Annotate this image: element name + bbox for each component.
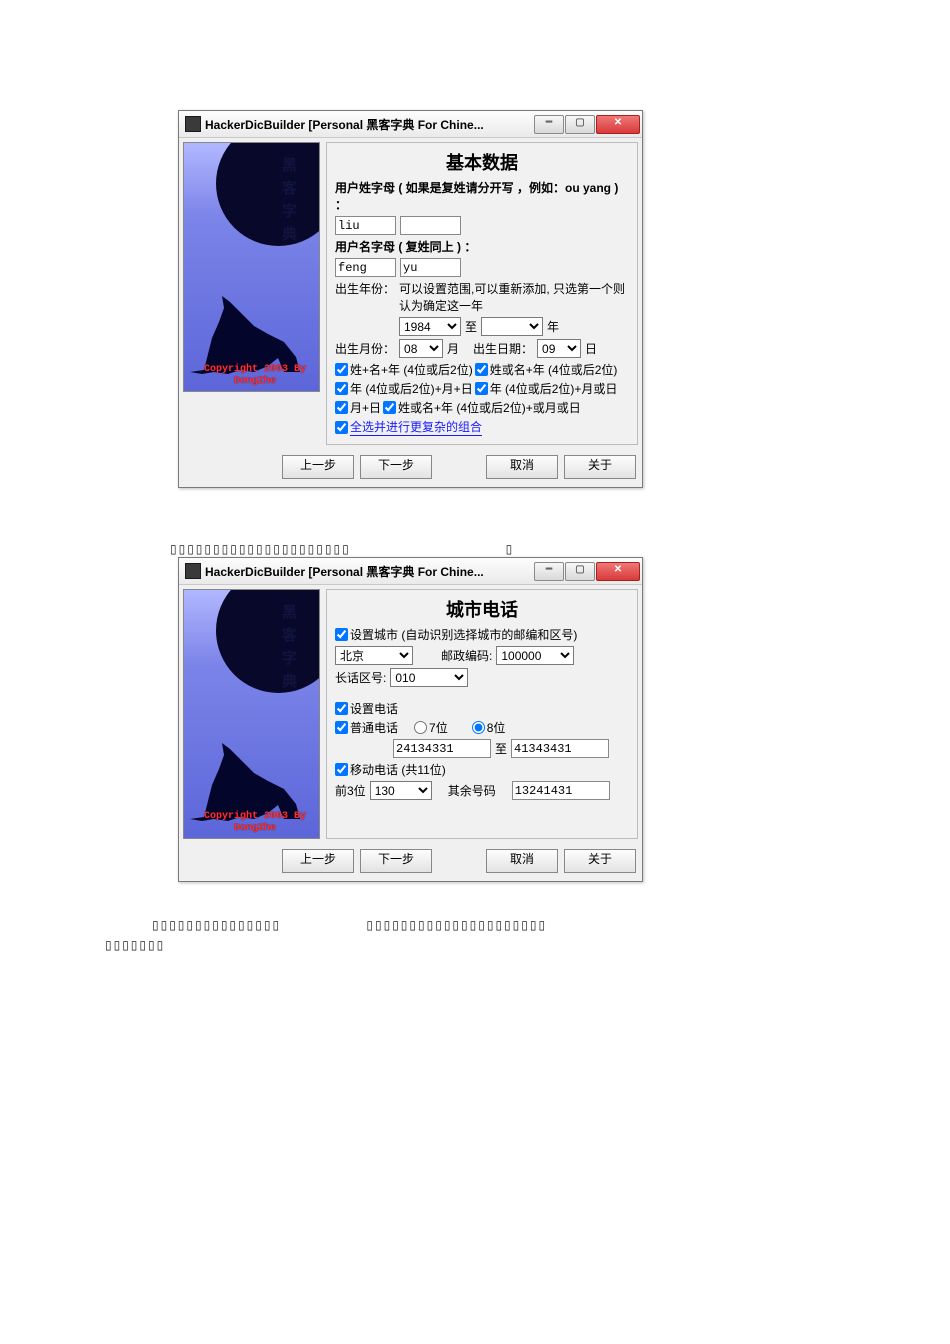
minimize-button[interactable]: ━ [534, 562, 564, 581]
radio-7digit[interactable]: 7位 [414, 719, 448, 736]
month-suffix: 月 [447, 340, 459, 357]
app-icon [185, 116, 201, 132]
close-button[interactable]: ✕ [596, 115, 640, 134]
sidebar-vertical-text: 黑客字典 [278, 604, 299, 696]
window-title: HackerDicBuilder [Personal 黑客字典 For Chin… [205, 563, 533, 580]
postal-label: 邮政编码: [441, 647, 492, 664]
garbled-text-3: ▯▯▯▯▯▯▯ [105, 938, 950, 952]
titlebar[interactable]: HackerDicBuilder [Personal 黑客字典 For Chin… [179, 558, 642, 585]
checkbox-combo-1[interactable]: 姓+名+年 (4位或后2位) [335, 361, 473, 378]
wolf-icon [184, 729, 304, 824]
button-row: 上一步 下一步 取消 关于 [179, 843, 642, 881]
name-input-1[interactable] [335, 258, 396, 277]
maximize-button[interactable]: ▢ [565, 115, 595, 134]
garbled-text-2: ▯▯▯▯▯▯▯▯▯▯▯▯▯▯▯ ▯▯▯▯▯▯▯▯▯▯▯▯▯▯▯▯▯▯▯▯▯ [152, 918, 950, 932]
cancel-button[interactable]: 取消 [486, 849, 558, 873]
wolf-icon [184, 282, 304, 377]
checkbox-combo-4[interactable]: 年 (4位或后2位)+月或日 [475, 380, 618, 397]
surname-input-2[interactable] [400, 216, 461, 235]
sidebar-image: 黑客字典 Copyright 2003 By DongZhe [183, 142, 320, 392]
surname-input-1[interactable] [335, 216, 396, 235]
checkbox-set-city[interactable]: 设置城市 (自动识别选择城市的邮编和区号) [335, 626, 577, 643]
window-city-phone: HackerDicBuilder [Personal 黑客字典 For Chin… [178, 557, 643, 882]
birth-month-select[interactable]: 08 [399, 339, 443, 358]
to-label: 至 [495, 740, 507, 757]
phone-to-input[interactable] [511, 739, 609, 758]
maximize-button[interactable]: ▢ [565, 562, 595, 581]
panel-title: 城市电话 [335, 596, 629, 622]
checkbox-combo-6[interactable]: 姓或名+年 (4位或后2位)+或月或日 [383, 399, 581, 416]
birth-year-from-select[interactable]: 1984 [399, 317, 461, 336]
button-row: 上一步 下一步 取消 关于 [179, 449, 642, 487]
panel-title: 基本数据 [335, 149, 629, 175]
birth-year-note: 可以设置范围,可以重新添加, 只选第一个则认为确定这一年 [399, 280, 629, 314]
garbled-text-1: ▯▯▯▯▯▯▯▯▯▯▯▯▯▯▯▯▯▯▯▯▯ ▯ [170, 542, 950, 557]
app-icon [185, 563, 201, 579]
checkbox-combo-3[interactable]: 年 (4位或后2位)+月+日 [335, 380, 473, 397]
about-button[interactable]: 关于 [564, 455, 636, 479]
sidebar-image: 黑客字典 Copyright 2003 By DongZhe [183, 589, 320, 839]
prefix3-label: 前3位 [335, 782, 366, 799]
window-title: HackerDicBuilder [Personal 黑客字典 For Chin… [205, 116, 533, 133]
birth-year-to-select[interactable] [481, 317, 543, 336]
phone-from-input[interactable] [393, 739, 491, 758]
checkbox-combo-7[interactable]: 全选并进行更复杂的组合 [335, 418, 482, 436]
checkbox-mobile-phone[interactable]: 移动电话 (共11位) [335, 761, 446, 778]
birth-day-select[interactable]: 09 [537, 339, 581, 358]
checkbox-set-phone[interactable]: 设置电话 [335, 700, 398, 717]
day-suffix: 日 [585, 340, 597, 357]
city-select[interactable]: 北京 [335, 646, 413, 665]
sidebar-vertical-text: 黑客字典 [278, 157, 299, 249]
birth-month-label: 出生月份： [335, 340, 395, 357]
area-code-select[interactable]: 010 [390, 668, 468, 687]
next-button[interactable]: 下一步 [360, 849, 432, 873]
cancel-button[interactable]: 取消 [486, 455, 558, 479]
titlebar[interactable]: HackerDicBuilder [Personal 黑客字典 For Chin… [179, 111, 642, 138]
name-label: 用户名字母 ( 复姓同上 ) ： [335, 238, 629, 255]
content-panel-city: 城市电话 设置城市 (自动识别选择城市的邮编和区号) 北京 邮政编码: 1000… [326, 589, 638, 839]
birth-year-label: 出生年份： [335, 280, 395, 297]
copyright-text: Copyright 2003 By DongZhe [204, 364, 306, 388]
surname-label: 用户姓字母 ( 如果是复姓请分开写 ，例如：ou yang ) ： [335, 179, 629, 213]
year-suffix: 年 [547, 318, 559, 335]
minimize-button[interactable]: ━ [534, 115, 564, 134]
name-input-2[interactable] [400, 258, 461, 277]
about-button[interactable]: 关于 [564, 849, 636, 873]
window-basic-data: HackerDicBuilder [Personal 黑客字典 For Chin… [178, 110, 643, 488]
content-panel-basic: 基本数据 用户姓字母 ( 如果是复姓请分开写 ，例如：ou yang ) ： 用… [326, 142, 638, 445]
rest-number-input[interactable] [512, 781, 610, 800]
next-button[interactable]: 下一步 [360, 455, 432, 479]
close-button[interactable]: ✕ [596, 562, 640, 581]
copyright-text: Copyright 2003 By DongZhe [204, 811, 306, 835]
rest-label: 其余号码 [448, 782, 496, 799]
checkbox-combo-5[interactable]: 月+日 [335, 399, 381, 416]
area-code-label: 长话区号: [335, 669, 386, 686]
to-label: 至 [465, 318, 477, 335]
checkbox-combo-2[interactable]: 姓或名+年 (4位或后2位) [475, 361, 618, 378]
postal-select[interactable]: 100000 [496, 646, 574, 665]
prefix3-select[interactable]: 130 [370, 781, 432, 800]
radio-8digit[interactable]: 8位 [472, 719, 506, 736]
prev-button[interactable]: 上一步 [282, 455, 354, 479]
prev-button[interactable]: 上一步 [282, 849, 354, 873]
checkbox-normal-phone[interactable]: 普通电话 [335, 719, 398, 736]
birth-day-label: 出生日期： [473, 340, 533, 357]
